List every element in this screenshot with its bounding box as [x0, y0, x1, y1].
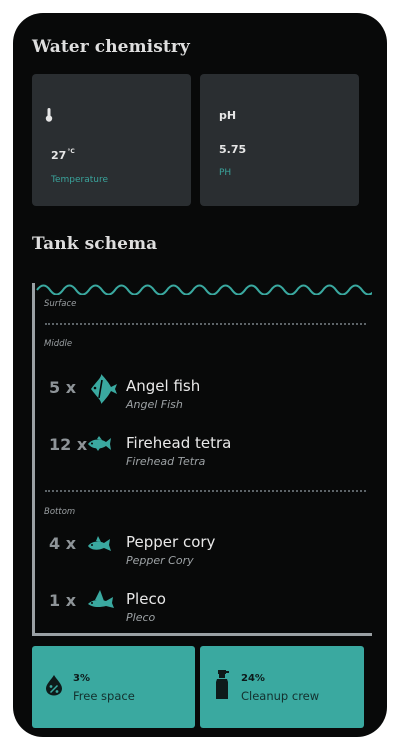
- ph-card[interactable]: pH 5.75 PH: [200, 74, 359, 206]
- thermometer-icon: [45, 108, 53, 122]
- fish-row-pepper-cory[interactable]: 4 x Pepper cory Pepper Cory: [35, 532, 355, 572]
- fish-row-firehead-tetra[interactable]: 12 x Firehead tetra Firehead Tetra: [35, 433, 355, 473]
- fish-species: Angel Fish: [126, 398, 183, 411]
- ph-heading: pH: [219, 109, 237, 122]
- zone-divider: [45, 323, 366, 325]
- fish-row-pleco[interactable]: 1 x Pleco Pleco: [35, 589, 355, 629]
- cleanup-crew-percent: 24%: [241, 673, 265, 684]
- pleco-icon: [88, 590, 114, 608]
- fish-species: Pepper Cory: [126, 554, 194, 567]
- tank-diagram: Surface Middle 5 x Angel fish Angel Fish…: [32, 283, 372, 636]
- fish-species: Firehead Tetra: [126, 455, 206, 468]
- free-space-percent: 3%: [73, 673, 90, 684]
- fish-count: 12 x: [49, 435, 88, 454]
- free-space-label: Free space: [73, 689, 135, 703]
- tank-schema-title: Tank schema: [32, 234, 158, 254]
- fish-count: 1 x: [49, 591, 77, 610]
- zone-label-bottom: Bottom: [44, 507, 76, 517]
- ph-label: PH: [219, 168, 232, 178]
- cleanup-crew-card[interactable]: 24% Cleanup crew: [200, 646, 364, 728]
- water-chemistry-title: Water chemistry: [32, 37, 190, 57]
- fish-row-angel-fish[interactable]: 5 x Angel fish Angel Fish: [35, 374, 355, 416]
- fish-count: 5 x: [49, 378, 77, 397]
- tetra-icon: [88, 436, 111, 451]
- fish-count: 4 x: [49, 534, 77, 553]
- fish-name: Firehead tetra: [126, 434, 232, 452]
- fish-name: Pleco: [126, 590, 166, 608]
- app-screen: Water chemistry 27°C Temperature pH 5.75…: [13, 13, 387, 737]
- zone-label-middle: Middle: [44, 339, 73, 349]
- cory-icon: [88, 536, 111, 551]
- fish-species: Pleco: [126, 611, 156, 624]
- zone-label-surface: Surface: [44, 299, 77, 309]
- cleanup-crew-label: Cleanup crew: [241, 689, 320, 703]
- water-surface-wave: [36, 284, 372, 295]
- zone-divider: [45, 490, 366, 492]
- water-drop-percent-icon: [46, 675, 62, 696]
- angelfish-icon: [91, 374, 117, 404]
- spray-bottle-icon: [216, 670, 229, 699]
- fish-name: Pepper cory: [126, 533, 216, 551]
- temperature-card[interactable]: 27°C Temperature: [32, 74, 191, 206]
- free-space-card[interactable]: 3% Free space: [32, 646, 195, 728]
- temperature-label: Temperature: [51, 175, 109, 185]
- fish-name: Angel fish: [126, 377, 201, 395]
- temperature-value: 27°C: [51, 148, 75, 162]
- ph-value: 5.75: [219, 143, 247, 156]
